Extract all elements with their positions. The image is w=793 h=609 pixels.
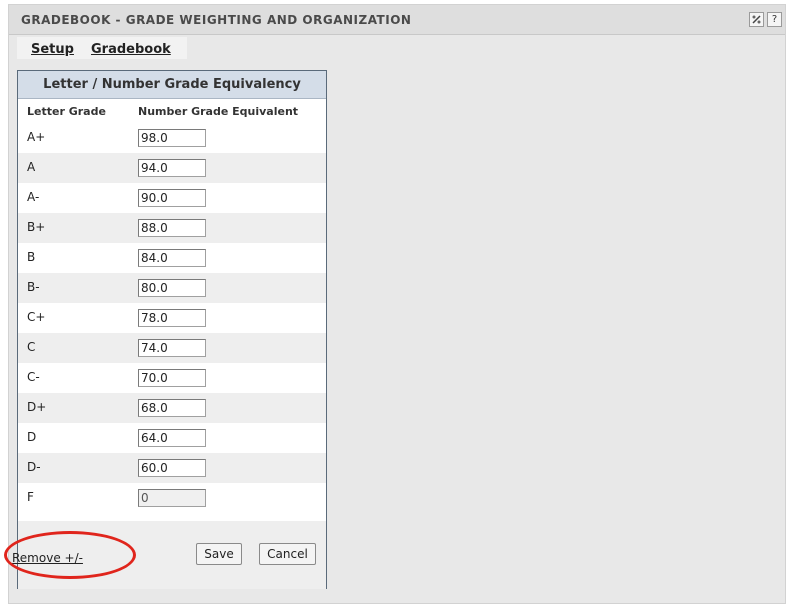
tab-gradebook[interactable]: Gradebook [91,42,171,57]
grade-row: D+ 68.0 [18,393,326,423]
number-grade-input-disabled: 0 [138,489,206,507]
number-grade-input[interactable]: 78.0 [138,309,206,327]
number-grade-input[interactable]: 80.0 [138,279,206,297]
letter-grade-label: C+ [27,310,46,324]
letter-grade-label: B+ [27,220,46,234]
grade-row: D 64.0 [18,423,326,453]
grade-row: A- 90.0 [18,183,326,213]
grade-row: C- 70.0 [18,363,326,393]
grade-row: B- 80.0 [18,273,326,303]
letter-grade-label: B- [27,280,40,294]
grade-row: C 74.0 [18,333,326,363]
number-grade-input[interactable]: 94.0 [138,159,206,177]
letter-grade-label: D+ [27,400,47,414]
number-grade-input[interactable]: 90.0 [138,189,206,207]
letter-grade-label: A- [27,190,40,204]
letter-grade-label: A+ [27,130,46,144]
grade-row: F 0 [18,483,326,513]
grade-row: A 94.0 [18,153,326,183]
letter-grade-label: C [27,340,36,354]
title-bar: GRADEBOOK - GRADE WEIGHTING AND ORGANIZA… [9,5,785,35]
panel-title: Letter / Number Grade Equivalency [18,71,326,99]
letter-grade-label: B [27,250,36,264]
wizard-icon[interactable] [749,12,764,27]
letter-grade-label: D- [27,460,41,474]
number-grade-input[interactable]: 70.0 [138,369,206,387]
tab-setup[interactable]: Setup [31,42,74,57]
number-grade-input[interactable]: 98.0 [138,129,206,147]
grade-row: A+ 98.0 [18,123,326,153]
number-grade-input[interactable]: 88.0 [138,219,206,237]
column-header-letter: Letter Grade [27,105,106,118]
grade-row: D- 60.0 [18,453,326,483]
grade-equivalency-panel: Letter / Number Grade Equivalency Letter… [17,70,327,589]
grade-row: B 84.0 [18,243,326,273]
remove-plus-minus-link[interactable]: Remove +/- [12,551,83,565]
number-grade-input[interactable]: 74.0 [138,339,206,357]
cancel-button[interactable]: Cancel [259,543,316,565]
number-grade-input[interactable]: 84.0 [138,249,206,267]
grade-row: C+ 78.0 [18,303,326,333]
column-header-number: Number Grade Equivalent [138,105,299,118]
letter-grade-label: D [27,430,37,444]
letter-grade-label: F [27,490,34,504]
number-grade-input[interactable]: 64.0 [138,429,206,447]
number-grade-input[interactable]: 60.0 [138,459,206,477]
save-button[interactable]: Save [196,543,242,565]
letter-grade-label: A [27,160,36,174]
grade-row: B+ 88.0 [18,213,326,243]
number-grade-input[interactable]: 68.0 [138,399,206,417]
letter-grade-label: C- [27,370,40,384]
help-icon[interactable]: ? [767,12,782,27]
page-title: GRADEBOOK - GRADE WEIGHTING AND ORGANIZA… [21,13,412,27]
